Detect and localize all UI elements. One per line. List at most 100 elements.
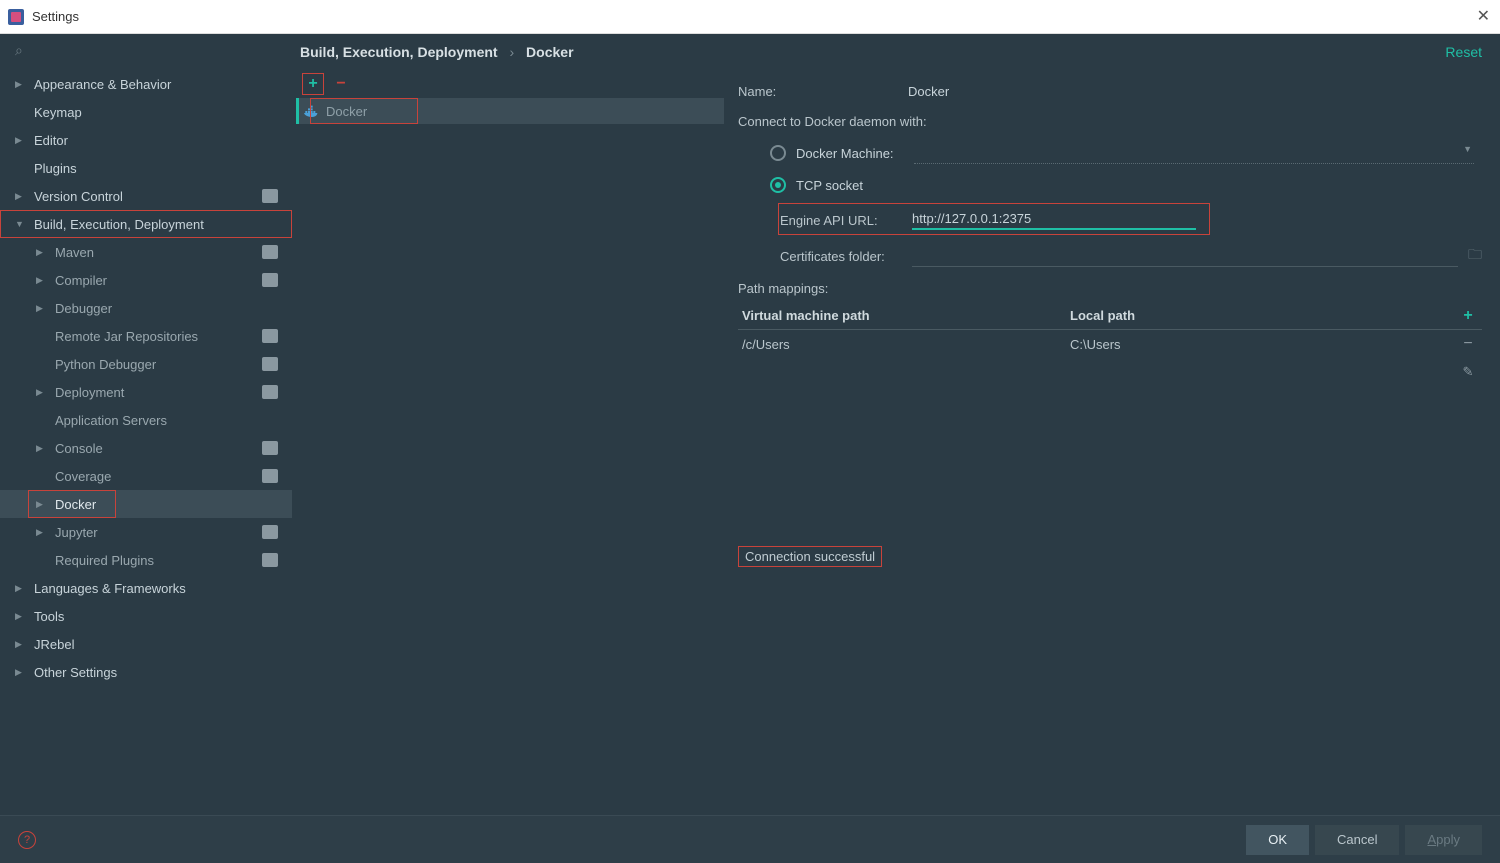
breadcrumb: Build, Execution, Deployment › Docker	[300, 44, 574, 60]
sidebar-item-languages-frameworks[interactable]: ▶ Languages & Frameworks	[0, 574, 292, 602]
close-icon[interactable]: ✕	[1477, 6, 1490, 26]
local-path-cell: C:\Users	[1070, 337, 1454, 352]
sidebar-item-deployment[interactable]: ▶Deployment	[0, 378, 292, 406]
sidebar-item-label: Languages & Frameworks	[34, 581, 186, 596]
connection-status: Connection successful	[738, 546, 882, 567]
project-settings-icon	[262, 441, 278, 455]
sidebar-item-label: Tools	[34, 609, 64, 624]
reset-link[interactable]: Reset	[1445, 44, 1482, 60]
sidebar-item-label: JRebel	[34, 637, 74, 652]
expand-arrow-icon: ▶	[36, 303, 48, 314]
project-settings-icon	[262, 385, 278, 399]
dialog-footer: ? OK Cancel Apply	[0, 815, 1500, 863]
sidebar-item-label: Application Servers	[55, 413, 167, 428]
sidebar-item-label: Jupyter	[55, 525, 98, 540]
connect-label: Connect to Docker daemon with:	[738, 114, 1482, 129]
sidebar-item-docker[interactable]: ▶ Docker	[0, 490, 292, 518]
ok-button[interactable]: OK	[1246, 825, 1309, 855]
expand-arrow-icon: ▶	[15, 79, 27, 90]
project-settings-icon	[262, 273, 278, 287]
api-url-label: Engine API URL:	[780, 213, 912, 228]
sidebar-item-jrebel[interactable]: ▶ JRebel	[0, 630, 292, 658]
sidebar-item-other-settings[interactable]: ▶ Other Settings	[0, 658, 292, 686]
project-settings-icon	[262, 329, 278, 343]
docker-detail-panel: Name: Docker Connect to Docker daemon wi…	[728, 70, 1500, 815]
sidebar-item-appearance-behavior[interactable]: ▶ Appearance & Behavior	[0, 70, 292, 98]
expand-arrow-icon: ▶	[15, 611, 27, 622]
sidebar-item-maven[interactable]: ▶Maven	[0, 238, 292, 266]
sidebar-item-python-debugger[interactable]: ▶Python Debugger	[0, 350, 292, 378]
project-settings-icon	[262, 469, 278, 483]
expand-arrow-icon: ▶	[36, 499, 48, 510]
docker-machine-dropdown[interactable]: ▼	[914, 142, 1474, 164]
cancel-button[interactable]: Cancel	[1315, 825, 1399, 855]
sidebar-item-label: Required Plugins	[55, 553, 154, 568]
sidebar-item-label: Docker	[55, 497, 96, 512]
tcp-socket-label: TCP socket	[796, 178, 863, 193]
folder-icon[interactable]: 🗀	[1468, 244, 1482, 268]
sidebar-item-keymap[interactable]: ▶Keymap	[0, 98, 292, 126]
remove-docker-button[interactable]: −	[330, 73, 352, 95]
expand-arrow-icon: ▶	[15, 583, 27, 594]
help-icon[interactable]: ?	[18, 831, 36, 849]
vm-path-cell: /c/Users	[738, 337, 1070, 352]
path-mappings-label: Path mappings:	[738, 281, 1482, 296]
path-mappings-table: Virtual machine path Local path + /c/Use…	[738, 302, 1482, 386]
sidebar-item-build-execution-deployment[interactable]: ▼Build, Execution, Deployment	[0, 210, 292, 238]
cert-folder-input[interactable]	[912, 245, 1458, 267]
table-row[interactable]: /c/Users C:\Users −	[738, 330, 1482, 358]
settings-tree: ▶ Appearance & Behavior ▶Keymap ▶ Editor ▶Plu…	[0, 66, 292, 815]
project-settings-icon	[262, 189, 278, 203]
expand-arrow-icon: ▼	[15, 219, 27, 229]
sidebar-item-jupyter[interactable]: ▶Jupyter	[0, 518, 292, 546]
sidebar-item-label: Debugger	[55, 301, 112, 316]
remove-mapping-button[interactable]: −	[1454, 335, 1482, 353]
sidebar-item-label: Remote Jar Repositories	[55, 329, 198, 344]
tcp-socket-radio[interactable]	[770, 177, 786, 193]
sidebar-item-label: Python Debugger	[55, 357, 156, 372]
expand-arrow-icon: ▶	[15, 135, 27, 146]
docker-list-label: Docker	[326, 104, 367, 119]
col-local-path: Local path	[1070, 308, 1454, 323]
add-mapping-button[interactable]: +	[1454, 307, 1482, 325]
sidebar-item-editor[interactable]: ▶ Editor	[0, 126, 292, 154]
project-settings-icon	[262, 525, 278, 539]
sidebar-item-plugins[interactable]: ▶Plugins	[0, 154, 292, 182]
sidebar-item-version-control[interactable]: ▶ Version Control	[0, 182, 292, 210]
project-settings-icon	[262, 553, 278, 567]
sidebar-item-console[interactable]: ▶Console	[0, 434, 292, 462]
docker-list-item[interactable]: Docker	[296, 98, 724, 124]
sidebar-item-compiler[interactable]: ▶ Compiler	[0, 266, 292, 294]
sidebar-item-application-servers[interactable]: ▶Application Servers	[0, 406, 292, 434]
expand-arrow-icon: ▶	[15, 191, 27, 202]
project-settings-icon	[262, 245, 278, 259]
sidebar-item-label: Compiler	[55, 273, 107, 288]
sidebar-item-label: Appearance & Behavior	[34, 77, 171, 92]
sidebar-item-tools[interactable]: ▶ Tools	[0, 602, 292, 630]
sidebar-item-label: Version Control	[34, 189, 123, 204]
sidebar-item-required-plugins[interactable]: ▶Required Plugins	[0, 546, 292, 574]
expand-arrow-icon: ▶	[15, 639, 27, 650]
expand-arrow-icon: ▶	[15, 667, 27, 678]
sidebar-item-label: Console	[55, 441, 103, 456]
name-value[interactable]: Docker	[908, 84, 949, 99]
expand-arrow-icon: ▶	[36, 247, 48, 258]
window-titlebar: Settings ✕	[0, 0, 1500, 34]
edit-mapping-icon[interactable]: ✎	[1454, 364, 1482, 380]
add-docker-button[interactable]: +	[302, 73, 324, 95]
sidebar-item-label: Other Settings	[34, 665, 117, 680]
sidebar-item-label: Editor	[34, 133, 68, 148]
cert-folder-label: Certificates folder:	[780, 249, 912, 264]
sidebar-item-coverage[interactable]: ▶Coverage	[0, 462, 292, 490]
col-vm-path: Virtual machine path	[738, 308, 1070, 323]
sidebar-item-remote-jar-repositories[interactable]: ▶Remote Jar Repositories	[0, 322, 292, 350]
sidebar-item-label: Deployment	[55, 385, 124, 400]
window-title: Settings	[32, 9, 79, 24]
project-settings-icon	[262, 357, 278, 371]
apply-button[interactable]: Apply	[1405, 825, 1482, 855]
api-url-input[interactable]	[912, 211, 1196, 230]
docker-machine-radio[interactable]	[770, 145, 786, 161]
sidebar-item-debugger[interactable]: ▶ Debugger	[0, 294, 292, 322]
search-icon[interactable]: ⌕	[15, 42, 23, 59]
expand-arrow-icon: ▶	[36, 275, 48, 286]
